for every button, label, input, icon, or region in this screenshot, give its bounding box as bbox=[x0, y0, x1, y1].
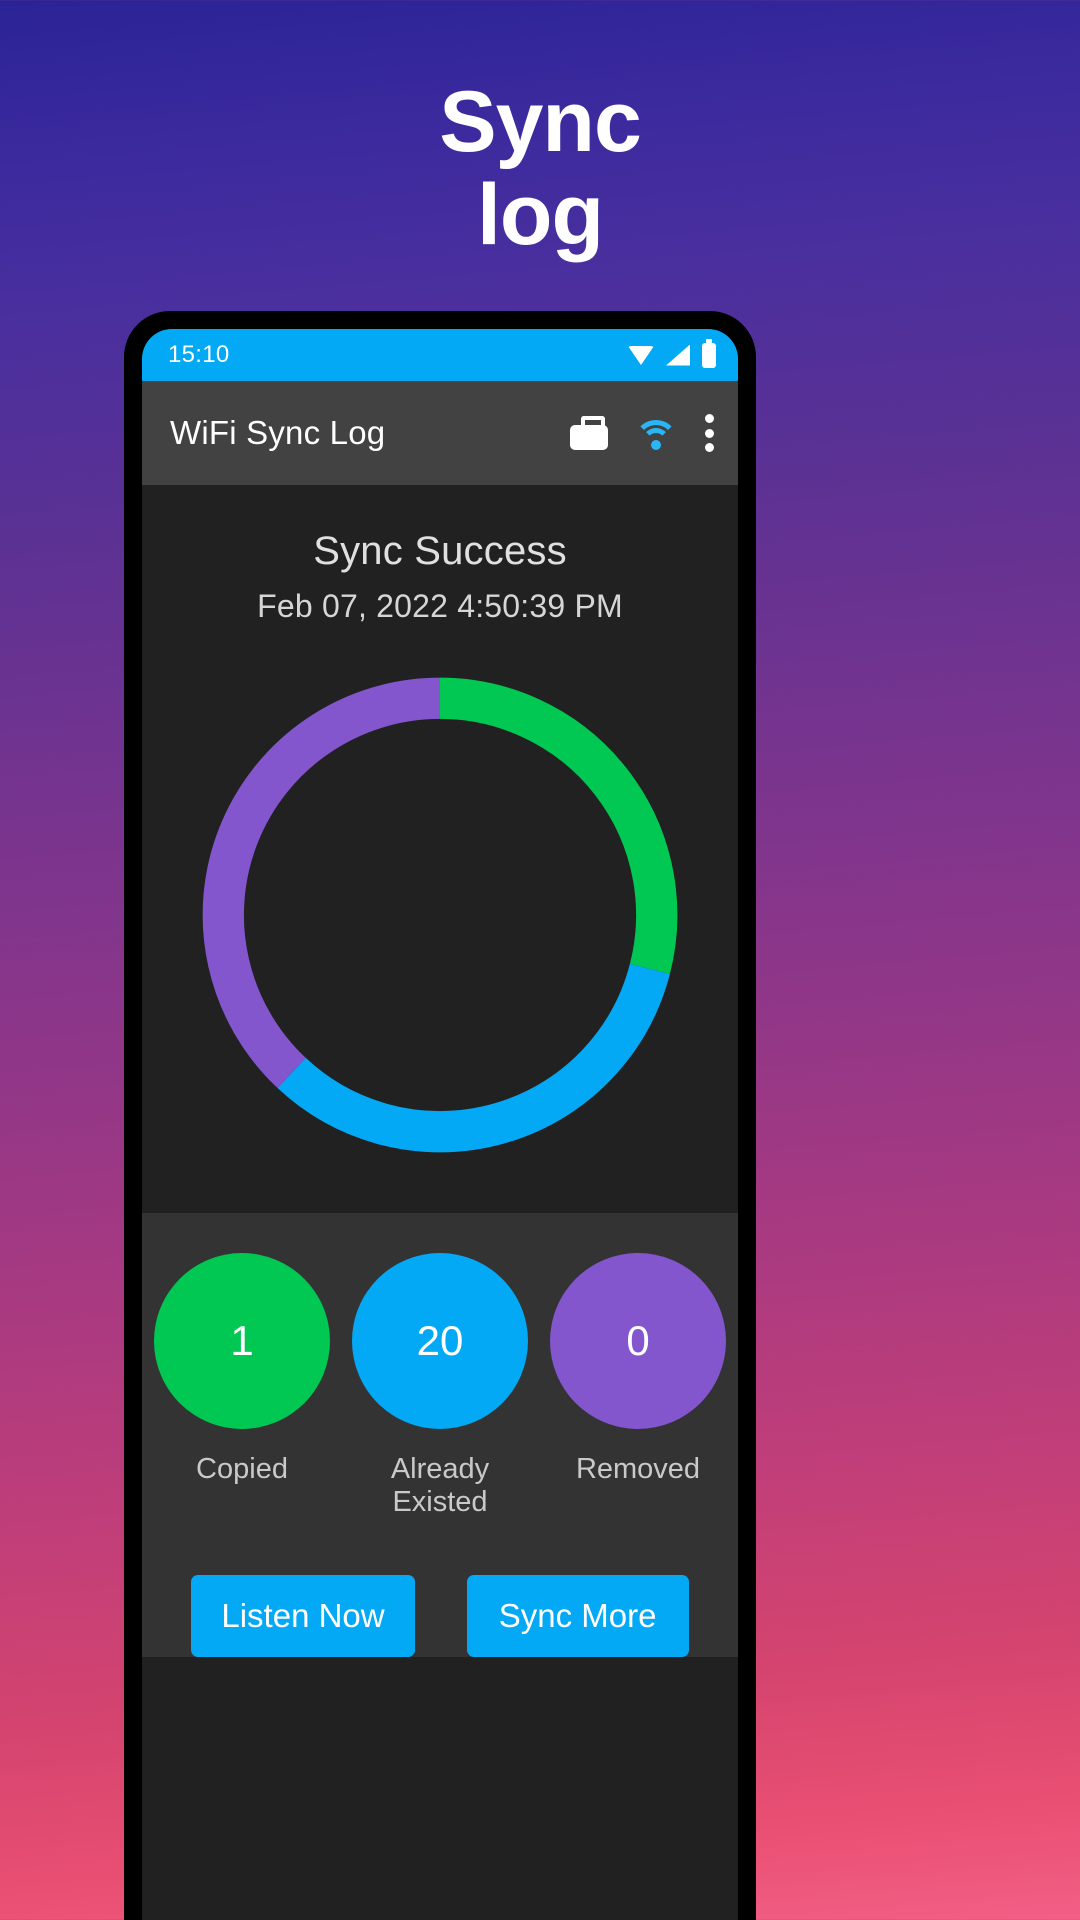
app-bar-title: WiFi Sync Log bbox=[170, 414, 386, 451]
promo-headline: Sync log bbox=[439, 74, 642, 263]
status-bar-icons bbox=[628, 338, 716, 368]
sync-result-header: Sync Success Feb 07, 2022 4:50:39 PM bbox=[142, 485, 738, 625]
stat-label: Already Existed bbox=[390, 1453, 490, 1518]
stat-bubble-copied[interactable]: 1 bbox=[154, 1253, 330, 1429]
app-bar: WiFi Sync Log bbox=[142, 381, 738, 485]
stats-row: 1 Copied 20 Already Existed 0 Removed bbox=[142, 1253, 738, 1519]
app-bar-actions bbox=[570, 414, 714, 452]
stat-value: 0 bbox=[626, 1317, 650, 1364]
action-button-row: Listen Now Sync More bbox=[142, 1575, 738, 1657]
listen-now-button[interactable]: Listen Now bbox=[191, 1575, 415, 1657]
phone-screen: 15:10 WiFi Sync Log Sync Success Feb 07,… bbox=[142, 329, 738, 1920]
stat-bubble-removed[interactable]: 0 bbox=[550, 1253, 726, 1429]
phone-mockup: 15:10 WiFi Sync Log Sync Success Feb 07,… bbox=[124, 311, 756, 1920]
stat-bubble-already-existed[interactable]: 20 bbox=[352, 1253, 528, 1429]
sync-timestamp: Feb 07, 2022 4:50:39 PM bbox=[257, 588, 623, 624]
stat-label: Removed bbox=[575, 1453, 701, 1485]
donut-chart-container bbox=[142, 625, 738, 1213]
donut-segment-removed bbox=[202, 677, 441, 1089]
signal-icon bbox=[666, 344, 690, 366]
stat-already-existed: 20 Already Existed bbox=[352, 1253, 528, 1519]
stats-panel: 1 Copied 20 Already Existed 0 Removed Li… bbox=[142, 1213, 738, 1657]
sync-more-button[interactable]: Sync More bbox=[466, 1575, 689, 1657]
stat-value: 1 bbox=[230, 1317, 254, 1364]
stat-value: 20 bbox=[416, 1317, 464, 1364]
wifi-icon bbox=[628, 345, 654, 365]
wifi-icon[interactable] bbox=[634, 416, 678, 450]
stat-copied: 1 Copied bbox=[154, 1253, 330, 1519]
stat-removed: 0 Removed bbox=[550, 1253, 726, 1519]
sync-donut-chart bbox=[202, 677, 678, 1153]
donut-segment-copied bbox=[439, 677, 678, 975]
briefcase-icon[interactable] bbox=[570, 416, 608, 450]
status-bar-clock: 15:10 bbox=[168, 341, 230, 368]
donut-segment-already-existed bbox=[277, 963, 670, 1153]
stat-label: Copied bbox=[196, 1453, 288, 1485]
status-bar: 15:10 bbox=[142, 329, 738, 381]
sync-status-title: Sync Success bbox=[313, 529, 567, 573]
overflow-menu-icon[interactable] bbox=[704, 414, 714, 452]
battery-icon bbox=[702, 338, 716, 368]
